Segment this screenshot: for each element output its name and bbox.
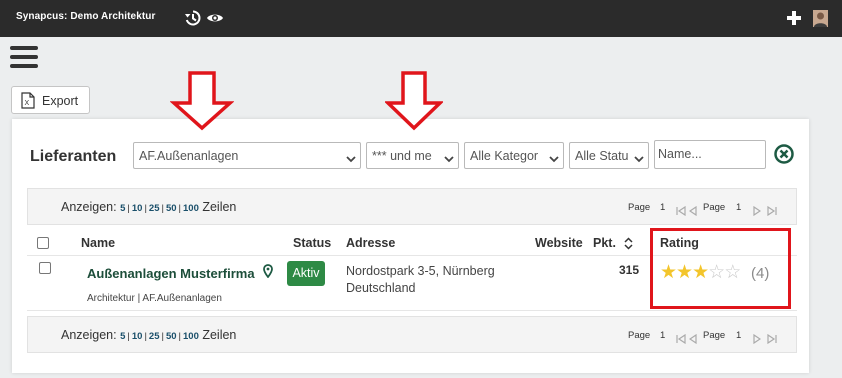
first-page-icon[interactable] xyxy=(676,203,687,221)
page-label: Page xyxy=(628,330,651,341)
rows-option-10[interactable]: 10 xyxy=(132,331,143,342)
status-filter-select[interactable]: Alle Statu xyxy=(569,142,649,169)
name-search-field[interactable] xyxy=(654,140,766,169)
page-label: Page xyxy=(628,202,651,213)
page-number: 1 xyxy=(660,202,666,213)
annotation-arrow-down-icon xyxy=(383,71,445,136)
pagination-bar-bottom: Anzeigen: 5 | 10 | 25 | 50 | 100 Zeilen Page 1 P… xyxy=(27,316,797,353)
history-icon[interactable] xyxy=(184,9,202,32)
name-search-input[interactable] xyxy=(658,147,758,161)
address-line-1: Nordostpark 3-5, Nürnberg xyxy=(346,264,495,278)
column-header-points[interactable]: Pkt. xyxy=(593,236,616,250)
page-number: 1 xyxy=(660,330,666,341)
row-divider xyxy=(27,310,797,311)
export-label: Export xyxy=(42,94,79,108)
rows-option-100[interactable]: 100 xyxy=(183,203,199,214)
page-total: 1 xyxy=(736,330,742,341)
prev-page-icon[interactable] xyxy=(688,331,697,349)
rows-option-5[interactable]: 5 xyxy=(120,331,125,342)
page-title: Lieferanten xyxy=(30,148,117,165)
select-all-checkbox[interactable] xyxy=(37,237,49,249)
category-filter-select[interactable]: AF.Außenanlagen xyxy=(133,142,361,169)
chevron-down-icon xyxy=(444,150,454,168)
last-page-icon[interactable] xyxy=(766,203,777,221)
supplier-points: 315 xyxy=(619,263,640,277)
supplier-subtitle: Architektur | AF.Außenanlagen xyxy=(87,293,222,304)
supplier-address: Nordostpark 3-5, Nürnberg Deutschland xyxy=(346,263,495,297)
app-title: Synapcus: Demo Architektur xyxy=(16,11,156,22)
map-pin-icon[interactable] xyxy=(263,264,273,283)
chevron-down-icon xyxy=(346,150,356,168)
kategorie-filter-value: Alle Kategor xyxy=(470,149,539,163)
kategorie-filter-select[interactable]: Alle Kategor xyxy=(464,142,564,169)
rows-label: Zeilen xyxy=(202,328,237,342)
show-label: Anzeigen: xyxy=(61,328,117,342)
excel-file-icon: X xyxy=(21,92,35,114)
row-checkbox[interactable] xyxy=(39,262,51,274)
sort-icon[interactable] xyxy=(624,237,633,255)
next-page-icon[interactable] xyxy=(753,331,762,349)
show-label: Anzeigen: xyxy=(61,200,117,214)
last-page-icon[interactable] xyxy=(766,331,777,349)
export-button[interactable]: X Export xyxy=(11,86,90,114)
chevron-down-icon xyxy=(634,150,644,168)
clear-filter-icon[interactable] xyxy=(774,144,794,169)
hamburger-menu-icon[interactable] xyxy=(10,46,38,70)
eye-icon[interactable] xyxy=(206,11,224,30)
prev-page-icon[interactable] xyxy=(688,203,697,221)
rows-option-25[interactable]: 25 xyxy=(149,203,160,214)
next-page-icon[interactable] xyxy=(753,203,762,221)
page-label: Page xyxy=(703,202,726,213)
supplier-name-link[interactable]: Außenanlagen Musterfirma xyxy=(87,266,255,281)
rows-option-100[interactable]: 100 xyxy=(183,331,199,342)
annotation-arrow-down-icon xyxy=(169,71,235,136)
status-filter-value: Alle Statu xyxy=(575,149,629,163)
svg-text:X: X xyxy=(25,100,30,107)
column-header-status[interactable]: Status xyxy=(293,236,331,250)
category-filter-value: AF.Außenanlagen xyxy=(139,149,239,163)
top-bar: Synapcus: Demo Architektur xyxy=(0,0,842,37)
rows-option-50[interactable]: 50 xyxy=(166,203,177,214)
rows-option-25[interactable]: 25 xyxy=(149,331,160,342)
column-header-name[interactable]: Name xyxy=(81,236,115,250)
rating-filter-value: *** und me xyxy=(372,149,432,163)
rows-option-10[interactable]: 10 xyxy=(132,203,143,214)
page-total: 1 xyxy=(736,202,742,213)
add-icon[interactable] xyxy=(787,11,801,30)
user-avatar[interactable] xyxy=(813,10,828,32)
column-header-website[interactable]: Website xyxy=(535,236,583,250)
rows-label: Zeilen xyxy=(202,200,237,214)
status-badge: Aktiv xyxy=(287,261,325,286)
page-label: Page xyxy=(703,330,726,341)
rating-filter-select[interactable]: *** und me xyxy=(366,142,459,169)
pagination-bar-top: Anzeigen: 5 | 10 | 25 | 50 | 100 Zeilen Page 1 P… xyxy=(27,188,797,225)
rows-option-5[interactable]: 5 xyxy=(120,203,125,214)
column-header-address[interactable]: Adresse xyxy=(346,236,395,250)
rows-per-page: Anzeigen: 5 | 10 | 25 | 50 | 100 Zeilen xyxy=(61,200,237,214)
rows-per-page: Anzeigen: 5 | 10 | 25 | 50 | 100 Zeilen xyxy=(61,328,237,342)
annotation-highlight-box xyxy=(650,228,791,309)
address-line-2: Deutschland xyxy=(346,281,416,295)
chevron-down-icon xyxy=(549,150,559,168)
rows-option-50[interactable]: 50 xyxy=(166,331,177,342)
first-page-icon[interactable] xyxy=(676,331,687,349)
